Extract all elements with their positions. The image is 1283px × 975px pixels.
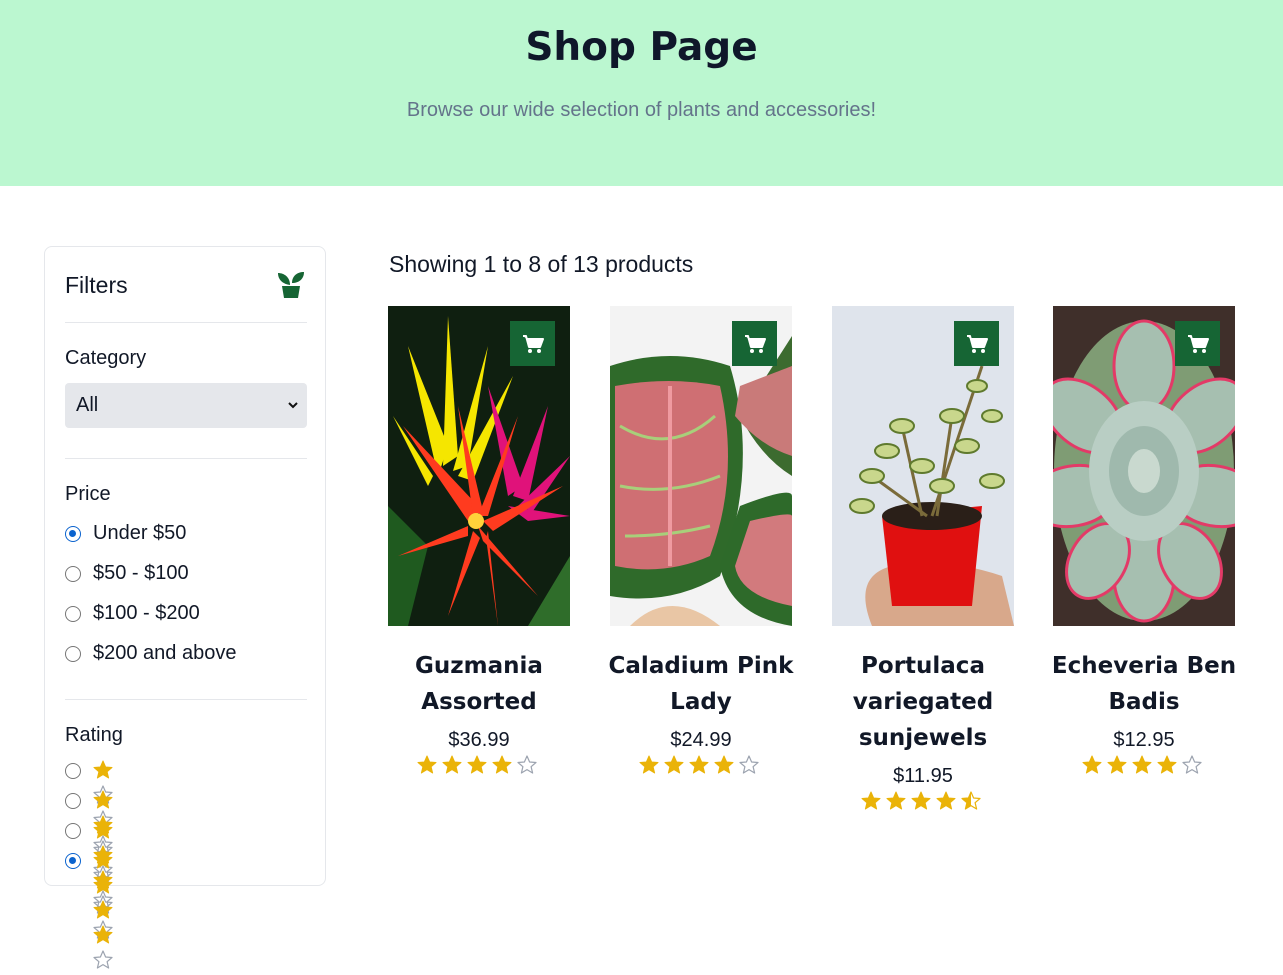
star-filled-icon	[1082, 755, 1101, 774]
product-name[interactable]: Caladium Pink Lady	[598, 648, 804, 720]
star-empty-icon	[1181, 755, 1202, 774]
star-filled-icon	[886, 791, 905, 810]
price-option-label: Under $50	[93, 522, 187, 544]
rating-radio[interactable]	[65, 793, 81, 809]
star-filled-icon	[442, 755, 461, 774]
product-rating	[610, 755, 792, 777]
product-price: $12.95	[1113, 729, 1175, 751]
star-filled-icon	[1132, 755, 1151, 774]
star-filled-icon	[93, 925, 113, 944]
star-filled-icon	[714, 755, 733, 774]
product-price: $36.99	[448, 729, 510, 751]
add-to-cart-button[interactable]	[732, 321, 777, 366]
cart-icon	[966, 334, 988, 354]
chevron-down-icon	[288, 402, 298, 409]
price-radio[interactable]	[65, 526, 81, 542]
rating-stars	[93, 850, 118, 969]
add-to-cart-button[interactable]	[510, 321, 555, 366]
product-rating	[388, 755, 570, 777]
star-filled-icon	[93, 790, 113, 809]
page-header: Shop Page Browse our wide selection of p…	[0, 0, 1283, 186]
category-selected-value: All	[76, 394, 99, 416]
star-filled-icon	[93, 820, 113, 839]
product-price: $11.95	[893, 765, 953, 787]
divider	[65, 322, 307, 323]
price-option-label: $100 - $200	[93, 602, 200, 624]
add-to-cart-button[interactable]	[1175, 321, 1220, 366]
cart-icon	[522, 334, 544, 354]
add-to-cart-button[interactable]	[954, 321, 999, 366]
rating-radio[interactable]	[65, 763, 81, 779]
star-filled-icon	[911, 791, 930, 810]
star-filled-icon	[861, 791, 880, 810]
rating-label: Rating	[65, 724, 123, 746]
star-half-icon	[960, 791, 981, 810]
price-radio[interactable]	[65, 646, 81, 662]
star-filled-icon	[467, 755, 486, 774]
star-filled-icon	[93, 875, 113, 894]
page-subtitle: Browse our wide selection of plants and …	[406, 99, 877, 121]
star-filled-icon	[664, 755, 683, 774]
price-radio[interactable]	[65, 606, 81, 622]
star-filled-icon	[492, 755, 511, 774]
price-option-label: $200 and above	[93, 642, 237, 664]
rating-stars	[93, 760, 118, 879]
product-rating	[1053, 755, 1235, 777]
star-filled-icon	[1107, 755, 1126, 774]
star-filled-icon	[93, 850, 113, 869]
rating-stars	[93, 790, 118, 909]
divider	[65, 699, 307, 700]
star-filled-icon	[936, 791, 955, 810]
plant-icon	[278, 272, 304, 298]
star-filled-icon	[93, 760, 113, 779]
page-title: Shop Page	[525, 25, 758, 70]
star-filled-icon	[1157, 755, 1176, 774]
category-label: Category	[65, 347, 147, 369]
product-price: $24.99	[670, 729, 732, 751]
filters-panel: Filters Category All Price Under $50 $50 …	[44, 246, 326, 969]
product-name[interactable]: Portulaca variegated sunjewels	[820, 648, 1026, 756]
cart-icon	[1187, 334, 1209, 354]
results-summary: Showing 1 to 8 of 13 products	[389, 251, 694, 277]
product-name[interactable]: Guzmania Assorted	[376, 648, 582, 720]
divider	[65, 458, 307, 459]
star-filled-icon	[417, 755, 436, 774]
star-filled-icon	[689, 755, 708, 774]
price-radio[interactable]	[65, 566, 81, 582]
star-filled-icon	[639, 755, 658, 774]
star-empty-icon	[516, 755, 537, 774]
rating-radio[interactable]	[65, 853, 81, 869]
price-option-label: $50 - $100	[93, 562, 189, 584]
rating-stars	[93, 820, 118, 939]
cart-icon	[744, 334, 766, 354]
rating-radio[interactable]	[65, 823, 81, 839]
filters-title: Filters	[65, 272, 128, 298]
price-label: Price	[65, 483, 111, 505]
star-empty-icon	[738, 755, 759, 774]
star-filled-icon	[93, 900, 113, 919]
product-name[interactable]: Echeveria Ben Badis	[1041, 648, 1247, 720]
product-rating	[832, 791, 1014, 813]
star-empty-icon	[93, 950, 113, 969]
category-select[interactable]: All	[65, 383, 307, 428]
